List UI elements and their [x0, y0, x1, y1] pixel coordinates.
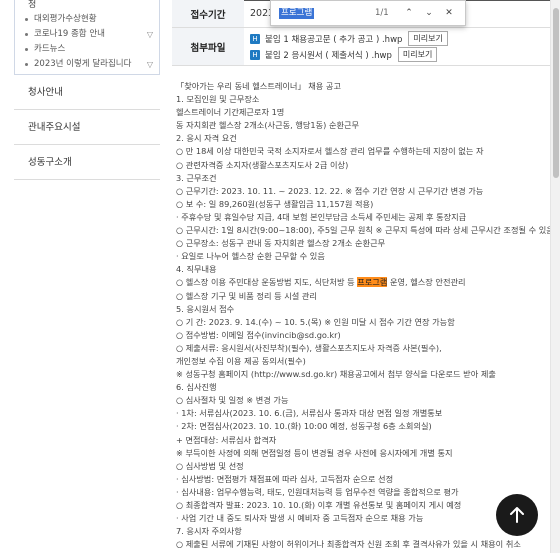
body-line: 2. 응시 자격 요건 — [176, 133, 237, 144]
submenu-item[interactable]: 카드뉴스 — [25, 42, 153, 57]
body-line: ○ 제출된 서류에 기재된 사항이 허위이거나 최종합격자 신원 조회 후 결격… — [176, 539, 521, 550]
body-line: ○ 만 18세 이상 대한민국 국적 소지자로서 헬스장 관리 업무를 수행하는… — [176, 146, 484, 157]
body-line: ○ 제출서류: 응시원서(사진부착)(필수), 생활스포츠지도사 자격증 사본(… — [176, 342, 442, 353]
body-line: ○ 근무기간: 2023. 10. 11. ~ 2023. 12. 22. ※ … — [176, 185, 484, 196]
bullet-icon — [25, 63, 28, 66]
body-line: + 면접대상: 서류심사 합격자 — [176, 434, 277, 445]
bullet-icon — [25, 48, 28, 51]
find-query-input[interactable]: 프로그램 — [279, 7, 315, 19]
preview-button[interactable]: 미리보기 — [408, 31, 448, 46]
submenu-item-label: 대외평가수상현황 — [34, 14, 97, 24]
chevron-down-icon[interactable]: ▽ — [147, 57, 153, 72]
body-line: ○ 심사방법 및 선정 — [176, 460, 244, 471]
bullet-icon — [25, 18, 28, 21]
body-line: 헬스트레이너 기간제근로자 1명 — [176, 107, 285, 118]
body-line: ○ 헬스장 이용 주민대상 운동방법 지도, 식단처방 등 프로그램 운영, 헬… — [176, 277, 466, 288]
body-line: ○ 근무시간: 1일 8시간(9:00~18:00), 주5일 근무 원칙 ※ … — [176, 225, 554, 236]
body-line: ○ 관련자격증 소지자(생활스포츠지도사 2급 이상) — [176, 159, 349, 170]
sidebar-nav-item[interactable]: 관내주요시설 — [14, 110, 160, 145]
body-line: · 심사내용: 업무수행능력, 태도, 인원대처능력 등 업무수전 역량을 종합… — [176, 486, 459, 497]
find-match-count: 1/1 — [375, 8, 389, 18]
body-line: ○ 보 수: 일 89,260원(성동구 생활임금 11,157원 적용) — [176, 198, 374, 209]
body-line: ※ 성동구청 홈페이지 (http://www.sd.go.kr) 채용공고에서… — [176, 369, 496, 380]
close-icon[interactable]: ✕ — [441, 5, 457, 21]
body-line: ※ 부득이한 사정에 의해 면접일정 등이 변경될 경우 사전에 응시자에게 개… — [176, 447, 453, 458]
sidebar-nav-item[interactable]: 성동구소개 — [14, 145, 160, 180]
preview-button[interactable]: 미리보기 — [397, 47, 438, 62]
attachment-1[interactable]: H 붙임 1 채용공고문 ( 추가 공고 ) .hwp 미리보기 — [250, 31, 448, 46]
submenu-list: 대외평가수상현황코로나19 종합 안내 ▽ 카드뉴스 2023년 이렇게 달라집니다 ▽ — [25, 12, 153, 72]
body-line: 4. 직무내용 — [176, 264, 217, 275]
body-line: ○ 접수방법: 이메일 접수(invincib@sd.go.kr) — [176, 329, 341, 340]
body-line: · 주휴수당 및 휴일수당 지급, 4대 보험 본인부담금 소득세 주민세는 공… — [176, 211, 467, 222]
attachment-name[interactable]: 붙임 1 채용공고문 ( 추가 공고 ) .hwp — [265, 33, 402, 45]
body-line: ○ 기 간: 2023. 9. 14.(수) ~ 10. 5.(목) ※ 인원 … — [176, 316, 455, 327]
body-line: ○ 근무장소: 성동구 관내 동 자치회관 헬스장 2개소 순환근무 — [176, 238, 386, 249]
body-line: ○ 심사절차 및 일정 ※ 변경 가능 — [176, 395, 289, 406]
search-highlight: 프로그램 — [357, 277, 388, 288]
find-bar: 프로그램 1/1 ⌃ ⌄ ✕ — [270, 0, 466, 26]
body-line: 3. 근무조건 — [176, 172, 217, 183]
submenu-item-label: 카드뉴스 — [34, 44, 66, 54]
back-to-top-button[interactable] — [496, 494, 538, 536]
period-label: 접수기간 — [172, 0, 244, 27]
body-line: · 1차: 서류심사(2023. 10. 6.(금), 서류심사 통과자 대상 … — [176, 408, 443, 419]
chevron-up-icon[interactable]: ⌃ — [401, 5, 417, 21]
submenu-item-label: 코로나19 종합 안내 — [34, 29, 105, 39]
submenu-item[interactable]: 코로나19 종합 안내 ▽ — [25, 27, 153, 42]
bullet-icon — [25, 33, 28, 36]
attachment-2[interactable]: H 붙임 2 응시원서 ( 제출서식 ) .hwp 미리보기 — [250, 47, 438, 62]
scrollbar-thumb[interactable] — [553, 8, 559, 178]
body-line: 1. 모집인원 및 근무장소 — [176, 94, 260, 105]
body-line: 5. 응시원서 접수 — [176, 303, 235, 314]
submenu-cut-item[interactable]: 청 — [28, 0, 36, 10]
post-body: 「찾아가는 우리 동네 헬스트레이너」 채용 공고 1. 모집인원 및 근무장소헬… — [176, 80, 556, 553]
body-line: · 심사방법: 면접평가 채점표에 따라 심사, 고득점자 순으로 선정 — [176, 473, 394, 484]
submenu-item[interactable]: 대외평가수상현황 — [25, 12, 153, 27]
body-line: 6. 심사진행 — [176, 382, 217, 393]
sidebar-submenu: 청 대외평가수상현황코로나19 종합 안내 ▽ 카드뉴스 2023년 이렇게 달라집니… — [14, 0, 160, 75]
attachments-label: 첨부파일 — [172, 28, 244, 65]
hwp-file-icon: H — [250, 33, 260, 44]
submenu-item-label: 2023년 이렇게 달라집니다 — [34, 59, 132, 69]
attachment-name[interactable]: 붙임 2 응시원서 ( 제출서식 ) .hwp — [265, 49, 392, 61]
sidebar: 청 대외평가수상현황코로나19 종합 안내 ▽ 카드뉴스 2023년 이렇게 달라집니… — [0, 0, 160, 553]
scrollbar[interactable] — [550, 0, 560, 553]
body-line: · 2차: 면접심사(2023. 10. 10.(화) 10:00 예정, 성동… — [176, 421, 432, 432]
body-line: · 요일로 나누어 헬스장 순환 근무할 수 있음 — [176, 251, 325, 262]
arrow-up-icon — [510, 507, 524, 523]
submenu-item[interactable]: 2023년 이렇게 달라집니다 ▽ — [25, 57, 153, 72]
body-line: ○ 헬스장 기구 및 비품 정리 등 시설 관리 — [176, 290, 317, 301]
body-line: 「찾아가는 우리 동네 헬스트레이너」 채용 공고 — [176, 81, 341, 91]
body-line: 개인정보 수집 이용 제공 동의서(필수) — [176, 355, 306, 366]
chevron-down-icon[interactable]: ⌄ — [421, 5, 437, 21]
hwp-file-icon: H — [250, 49, 260, 60]
body-line: 동 자치회관 헬스장 2개소(사근동, 행당1동) 순환근무 — [176, 120, 360, 131]
sidebar-nav-item[interactable]: 청사안내 — [14, 75, 160, 110]
chevron-down-icon[interactable]: ▽ — [147, 27, 153, 42]
main-content: 접수기간 2023. 첨부파일 H 붙임 1 채용공고문 ( 추가 공고 ) .… — [172, 0, 560, 553]
